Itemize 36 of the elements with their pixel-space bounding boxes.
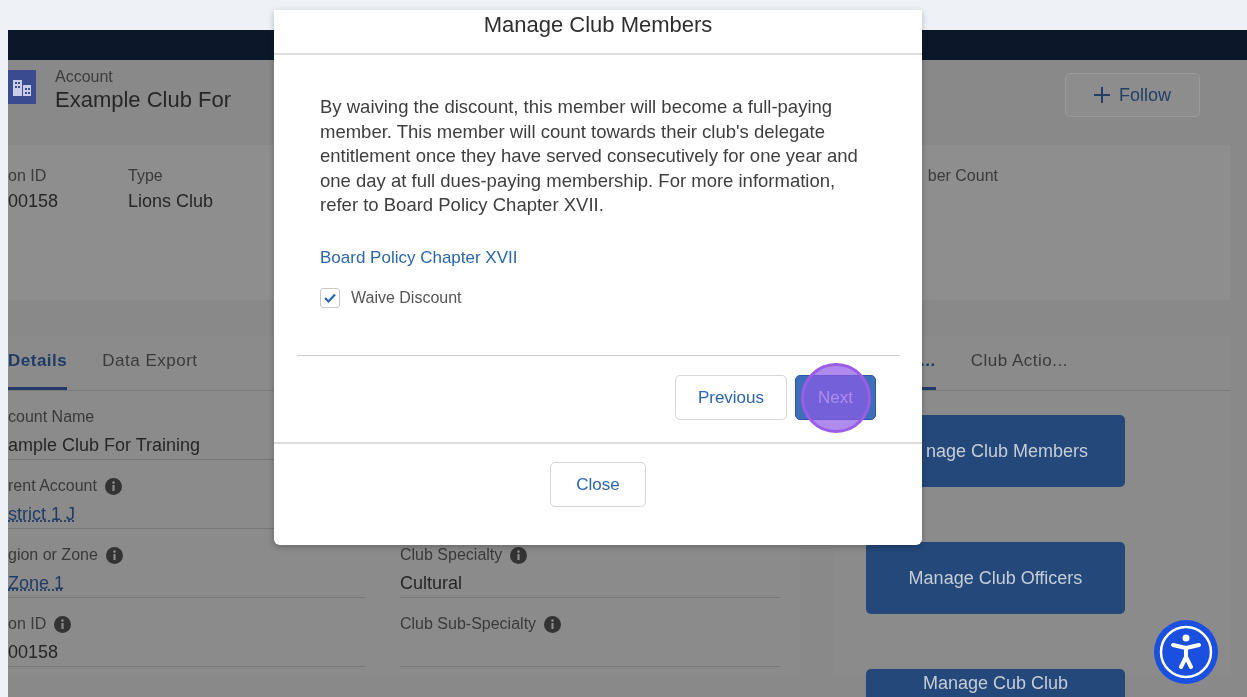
- highlight-label: ber Count: [927, 167, 998, 185]
- action-button[interactable]: Manage Club Officers: [866, 542, 1125, 614]
- highlight-label: Type: [128, 167, 164, 185]
- checkmark-icon: [324, 292, 336, 303]
- modal-title: Manage Club Members: [483, 12, 713, 38]
- previous-button[interactable]: Previous: [674, 375, 788, 420]
- highlight-value: 00158: [8, 191, 59, 212]
- close-button[interactable]: Close: [550, 462, 646, 507]
- field-label: count Name: [8, 408, 95, 426]
- record-title: Example Club For: [55, 87, 232, 113]
- field-label: gion or Zone: [8, 546, 98, 564]
- highlight-label: on ID: [8, 167, 48, 185]
- highlight-value: Lions Club: [128, 191, 214, 212]
- message-text: By waiving the discount, this member will become a full-paying member. This member will count towards their club's delegate entitlement once they have served consecutively for one year and one day at full dues-paying membership. For more information, refer to Board Policy Chapter XVII.: [320, 95, 859, 217]
- object-type-label: Account: [55, 68, 114, 86]
- policy-link[interactable]: Board Policy Chapter XVII: [320, 247, 518, 268]
- field-link[interactable]: strict 1 J: [8, 504, 75, 525]
- tab[interactable]: Details: [8, 335, 68, 390]
- field-value: Cultural: [400, 573, 463, 594]
- accessibility-icon[interactable]: [1154, 620, 1218, 684]
- action-button[interactable]: Manage Cub Club: [866, 669, 1125, 697]
- checkbox-label: Waive Discount: [351, 288, 462, 307]
- account-icon: [8, 70, 36, 104]
- plus-icon: [1094, 87, 1110, 103]
- field-value: ample Club For Training: [8, 435, 201, 456]
- field-value: 00158: [8, 642, 59, 663]
- action-button[interactable]: nage Club Members: [922, 415, 1125, 487]
- field-label: Club Sub-Specialty: [400, 615, 537, 633]
- checkbox[interactable]: [320, 287, 340, 308]
- follow-button[interactable]: Follow: [1065, 73, 1200, 117]
- tab[interactable]: Data Export: [102, 335, 198, 390]
- field-label: on ID: [8, 615, 47, 633]
- field-label: Club Specialty: [400, 546, 503, 564]
- field-link[interactable]: Zone 1: [8, 573, 65, 594]
- field-label: rent Account: [8, 477, 97, 495]
- tab[interactable]: Club Actio...: [970, 335, 1068, 390]
